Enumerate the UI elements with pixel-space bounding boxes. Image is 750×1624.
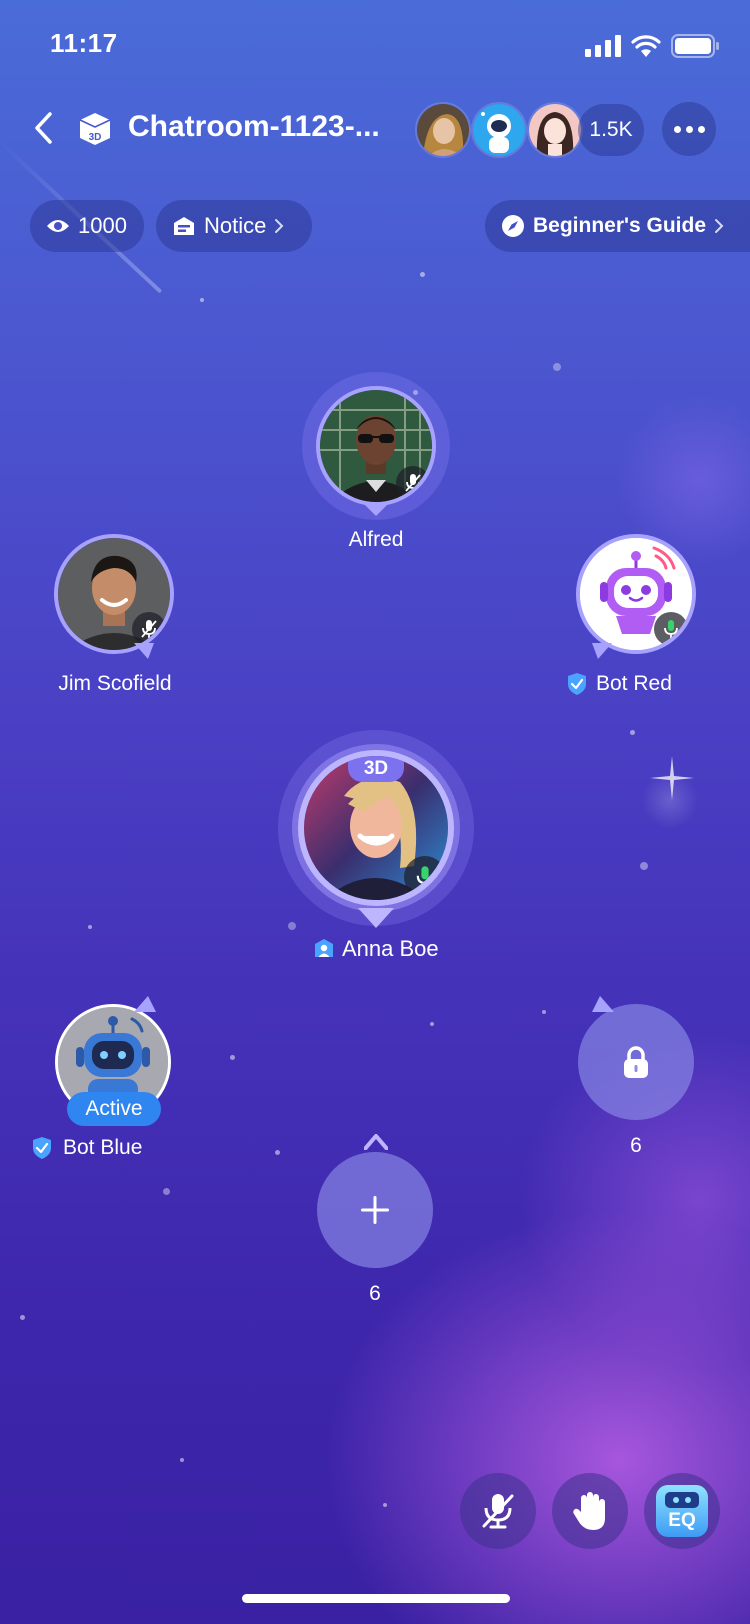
chevron-right-icon (275, 219, 284, 233)
star (230, 1055, 235, 1060)
home-indicator[interactable] (242, 1594, 510, 1603)
eq-eye (673, 1497, 679, 1503)
bot-blue-name: Bot Blue (63, 1136, 143, 1159)
notice-label: Notice (204, 213, 267, 238)
header-avatar-woman[interactable] (415, 102, 471, 158)
seat-jim-scofield[interactable] (54, 534, 174, 654)
seat-pointer (592, 996, 614, 1012)
beginners-guide-chip[interactable]: Beginner's Guide (485, 200, 750, 252)
active-mic-badge (404, 856, 446, 898)
3d-room-icon: 3D (79, 113, 111, 145)
empty-seat-number: 6 (369, 1282, 381, 1305)
seat-anna-boe[interactable]: 3D (298, 750, 454, 906)
header-avatar-girl[interactable] (527, 102, 583, 158)
mic-active-icon (416, 866, 434, 888)
notice-chip[interactable]: Notice (156, 200, 312, 252)
guide-label: Beginner's Guide (533, 214, 707, 237)
notice-icon (174, 217, 194, 235)
star (383, 1503, 387, 1507)
muted-mic-badge (132, 612, 166, 646)
room-title: Chatroom-1123-... (128, 110, 380, 143)
seat-pointer (364, 1134, 388, 1150)
active-status-badge: Active (67, 1092, 161, 1126)
more-options-button[interactable] (662, 102, 716, 156)
seat-alfred[interactable] (316, 386, 436, 506)
dot (685, 125, 693, 133)
status-icons (585, 34, 719, 58)
wifi-icon (631, 35, 661, 57)
lock-icon (624, 1046, 648, 1078)
eq-label: EQ (668, 1510, 696, 1531)
alfred-name: Alfred (348, 528, 404, 551)
online-count[interactable]: 1.5K (578, 104, 644, 156)
star (640, 862, 648, 870)
locked-seat-number: 6 (630, 1134, 642, 1157)
signal-icon (585, 35, 621, 57)
svg-text:3D: 3D (89, 132, 102, 143)
sparkle-icon (650, 756, 694, 800)
seat-pointer (358, 908, 394, 928)
status-time: 11:17 (50, 28, 118, 58)
star (275, 1150, 280, 1155)
seat-pointer (134, 643, 154, 659)
verified-shield-icon (568, 673, 586, 695)
plus-icon (361, 1196, 389, 1224)
star (542, 1010, 546, 1014)
star (180, 1458, 184, 1462)
eq-eye (685, 1497, 691, 1503)
active-mic-badge (654, 612, 688, 646)
star (288, 922, 296, 930)
bot-red-name: Bot Red (596, 672, 672, 695)
star (553, 363, 561, 371)
mic-toggle-button[interactable] (460, 1473, 536, 1549)
star (420, 272, 425, 277)
star (630, 730, 635, 735)
star (200, 298, 204, 302)
eq-icon: EQ (656, 1485, 708, 1537)
star (20, 1315, 25, 1320)
active-status-label: Active (85, 1097, 143, 1120)
eq-face (665, 1492, 699, 1508)
compass-icon (502, 215, 524, 237)
3d-badge-label: 3D (363, 758, 389, 779)
star (88, 925, 92, 929)
eq-button[interactable]: EQ (644, 1473, 720, 1549)
jim-name: Jim Scofield (58, 672, 172, 695)
star (163, 1188, 170, 1195)
verified-shield-icon (33, 1137, 51, 1159)
star (430, 1022, 434, 1026)
mic-muted-icon (482, 1494, 514, 1529)
raise-hand-button[interactable] (552, 1473, 628, 1549)
seat-bot-red[interactable] (576, 534, 696, 654)
battery-icon (671, 34, 719, 58)
host-icon (315, 939, 333, 957)
chevron-right-icon (715, 219, 724, 233)
dot (697, 125, 705, 133)
muted-mic-badge (396, 466, 430, 500)
header-avatar-astronaut[interactable] (471, 102, 527, 158)
mic-muted-icon (141, 620, 157, 638)
mic-active-icon (664, 620, 678, 638)
viewers-chip[interactable]: 1000 (30, 200, 144, 252)
eye-icon (47, 220, 69, 232)
dot (673, 125, 681, 133)
anna-name: Anna Boe (342, 936, 439, 961)
viewers-count: 1000 (78, 213, 127, 238)
3d-badge: 3D (348, 756, 404, 782)
back-icon[interactable] (30, 110, 60, 146)
seat-empty-add[interactable] (317, 1152, 433, 1268)
seat-pointer (365, 505, 387, 516)
seat-pointer (592, 643, 612, 659)
hand-icon (573, 1492, 605, 1530)
mic-muted-icon (405, 474, 421, 492)
seat-pointer (134, 996, 156, 1012)
seat-locked[interactable] (578, 1004, 694, 1120)
